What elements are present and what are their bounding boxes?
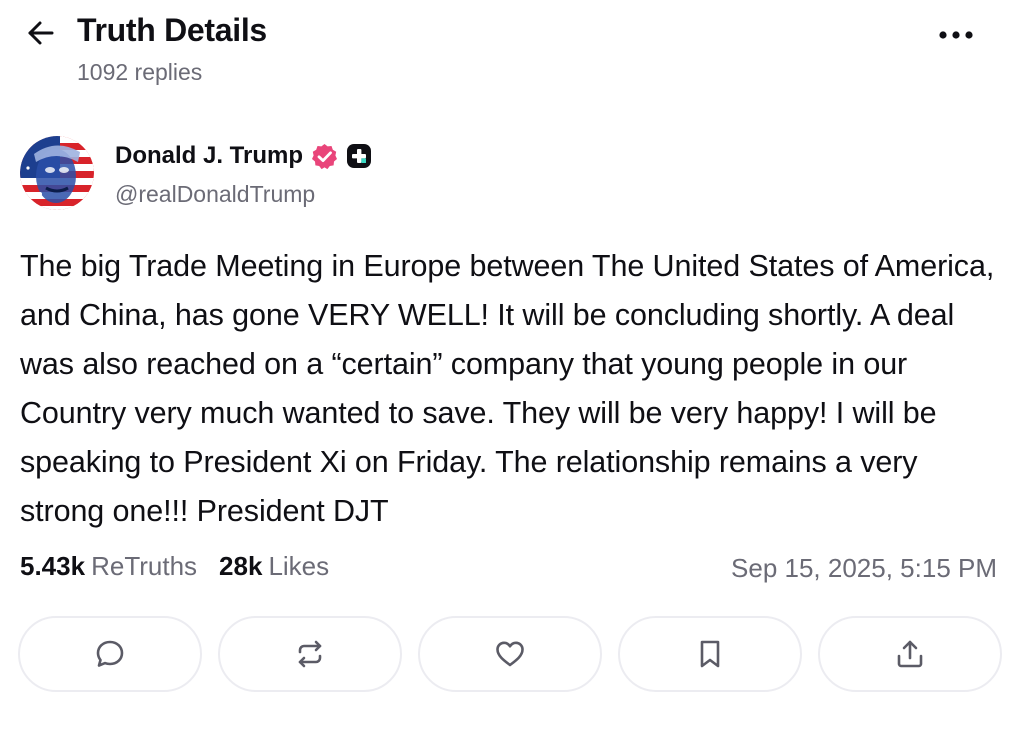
author-handle[interactable]: @realDonaldTrump	[115, 181, 315, 208]
more-horizontal-icon	[939, 31, 973, 39]
avatar[interactable]	[20, 136, 94, 210]
reply-button[interactable]	[18, 616, 202, 692]
page-header: Truth Details 1092 replies	[0, 0, 1019, 100]
reply-bubble-icon	[96, 640, 124, 667]
truth-plus-icon	[346, 143, 372, 169]
likes-count[interactable]: 28k	[219, 551, 262, 582]
likes-label[interactable]: Likes	[268, 551, 329, 582]
post-author: Donald J. Trump @realDonaldTrump	[20, 134, 720, 214]
reply-count: 1092 replies	[77, 59, 203, 85]
heart-icon	[496, 641, 524, 667]
retruth-icon	[298, 640, 322, 668]
back-button[interactable]	[22, 14, 60, 52]
author-name-row: Donald J. Trump	[115, 140, 372, 172]
post-body: The big Trade Meeting in Europe between …	[20, 249, 995, 528]
bookmark-button[interactable]	[618, 616, 802, 692]
arrow-left-icon	[28, 21, 54, 45]
like-button[interactable]	[418, 616, 602, 692]
retruths-count[interactable]: 5.43k	[20, 551, 85, 582]
author-name[interactable]: Donald J. Trump	[115, 142, 303, 170]
share-button[interactable]	[818, 616, 1002, 692]
action-bar	[18, 616, 1002, 692]
more-options-button[interactable]	[933, 20, 979, 50]
post-stats: 5.43k ReTruths 28k Likes	[20, 551, 329, 582]
post-timestamp: Sep 15, 2025, 5:15 PM	[731, 553, 997, 583]
retruth-button[interactable]	[218, 616, 402, 692]
retruths-label[interactable]: ReTruths	[91, 551, 197, 582]
verified-badge-icon	[311, 143, 338, 170]
bookmark-icon	[700, 640, 720, 668]
page-title: Truth Details	[77, 12, 267, 48]
share-icon	[897, 640, 923, 668]
